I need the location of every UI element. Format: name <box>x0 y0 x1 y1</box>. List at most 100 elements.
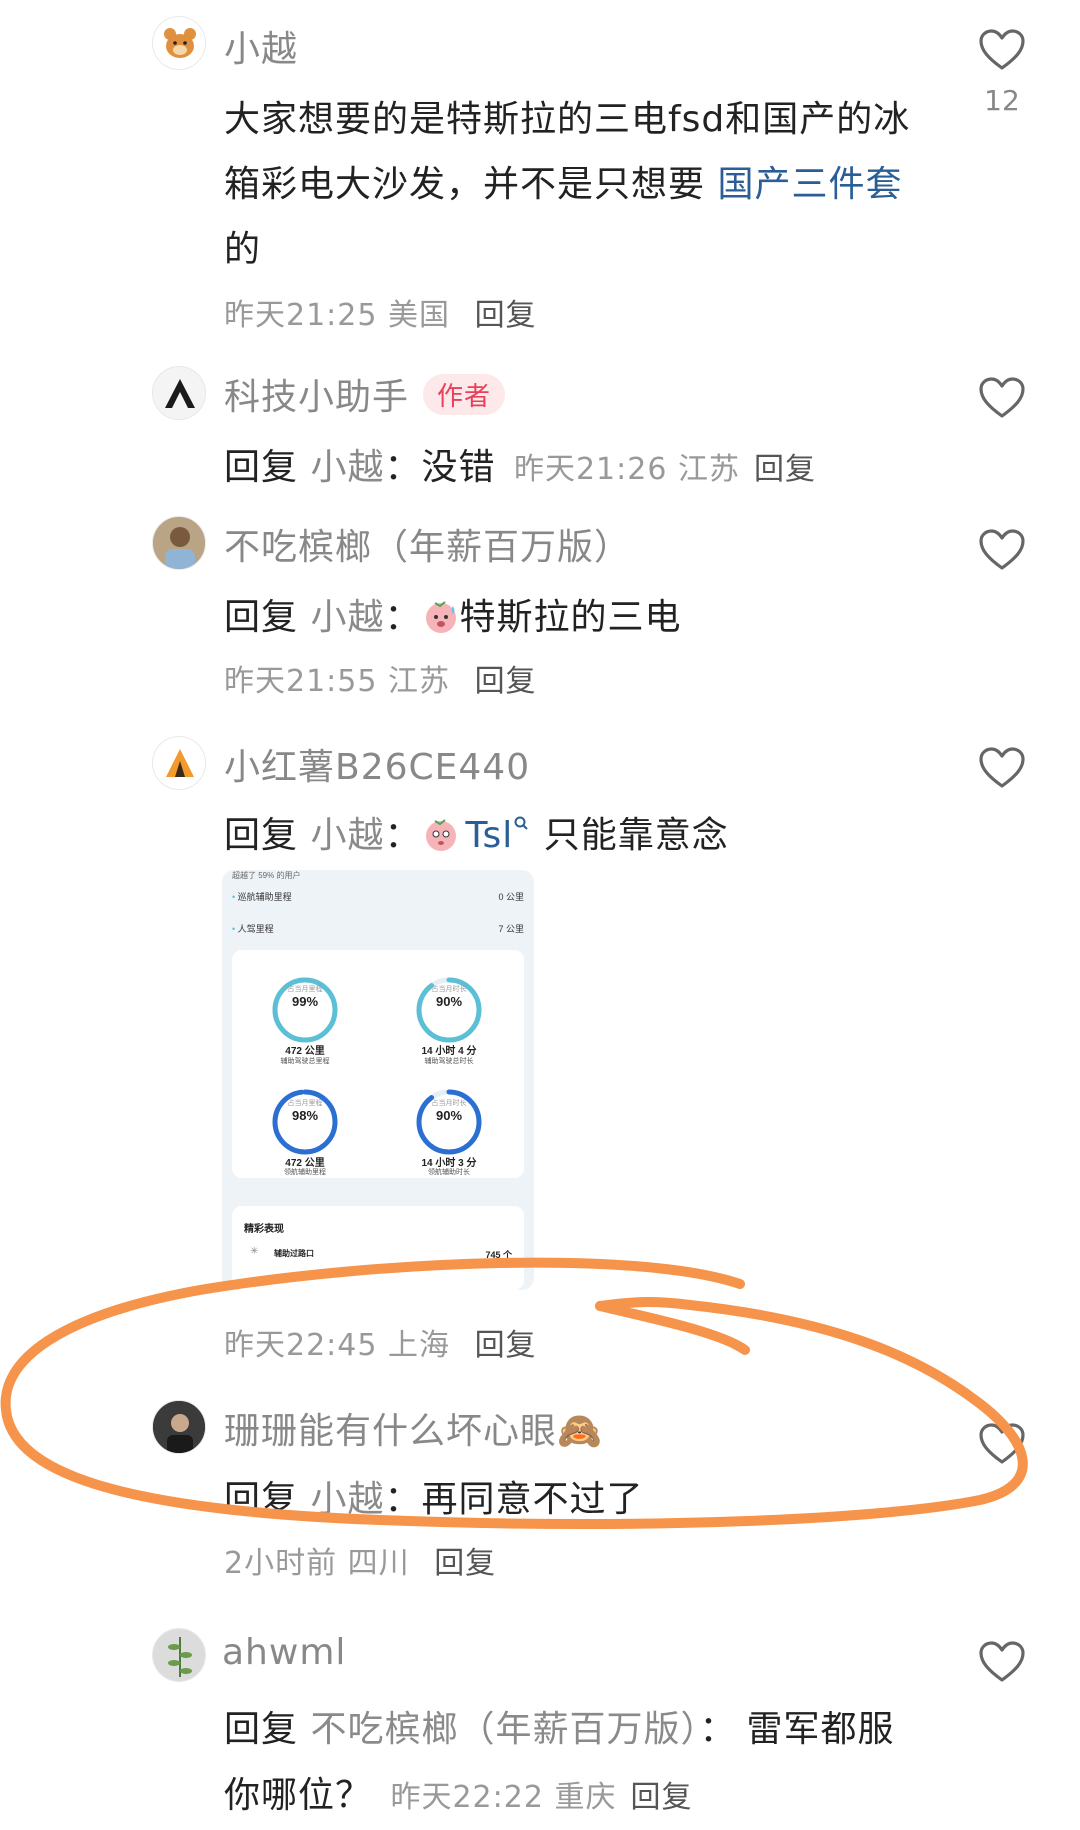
comment-author[interactable]: 小红薯B26CE440 <box>224 738 530 790</box>
avatar[interactable] <box>152 516 206 570</box>
comment-time: 昨天21:55 <box>224 664 378 699</box>
rings-card: 占当月里程 99% 占当月时长 90% 占当月里程 98% 占当月时长 90% 472 … <box>232 950 524 1178</box>
comment-location: 江苏 <box>388 664 451 699</box>
ring-value: 90% <box>435 1108 463 1123</box>
comment-author[interactable]: 科技小助手 作者 <box>224 368 506 420</box>
heart-icon[interactable] <box>978 376 1026 420</box>
reply-button[interactable]: 回复 <box>434 1546 496 1581</box>
ring-label: 占当月时长 90% <box>404 984 494 1009</box>
crying-emoji-icon <box>425 819 456 851</box>
reply-target[interactable]: 小越 <box>310 1479 384 1520</box>
logo-avatar-icon <box>153 367 205 419</box>
avatar[interactable] <box>152 366 206 420</box>
tent-avatar-icon <box>153 737 205 789</box>
photo-avatar-icon <box>153 517 205 569</box>
ring-top: 占当月时长 <box>431 986 467 993</box>
reply-button[interactable]: 回复 <box>630 1780 692 1815</box>
annotation-stroke <box>595 1301 750 1355</box>
reply-target[interactable]: 小越 <box>310 447 384 488</box>
author-name[interactable]: 科技小助手 <box>224 377 409 418</box>
colon: ： <box>699 1709 737 1750</box>
row-value: 7 公里 <box>498 924 524 934</box>
comment-location: 四川 <box>347 1546 410 1581</box>
comment-meta: 昨天21:55 江苏 回复 <box>224 656 537 700</box>
comment-text-line: 的 <box>224 229 262 270</box>
ring-top: 占当月里程 <box>287 986 323 993</box>
comment-image[interactable]: 超越了 59% 的用户 • 巡航辅助里程 0 公里 • 人驾里程 7 公里 占当月里… <box>222 870 534 1290</box>
heart-icon[interactable] <box>978 1640 1026 1684</box>
colon: ： <box>384 1479 422 1520</box>
ring-label: 占当月里程 99% <box>260 984 350 1009</box>
comment-text-line: 回复 小越：再同意不过了 <box>224 1470 644 1522</box>
section-row-label: 辅助过路口 <box>274 1249 314 1258</box>
comment-text-line: 你哪位？ 昨天22:22 重庆 回复 <box>224 1766 692 1818</box>
row-label: 人驾里程 <box>237 924 274 934</box>
avatar[interactable] <box>152 1400 206 1454</box>
reply-button[interactable]: 回复 <box>475 1328 537 1363</box>
ring-sub2: 领航辅助时长 <box>428 1169 470 1176</box>
ring-top: 占当月里程 <box>287 1100 323 1107</box>
ring-sub1: 472 公里 <box>285 1046 325 1057</box>
comment-text-line: 大家想要的是特斯拉的三电fsd和国产的冰 <box>224 99 911 140</box>
heart-icon[interactable] <box>978 28 1026 72</box>
ring-sub2: 辅助驾驶总里程 <box>280 1058 330 1065</box>
reply-label: 回复 <box>224 1479 299 1520</box>
comment-time: 昨天22:22 <box>390 1780 544 1815</box>
comment-location: 上海 <box>388 1328 451 1363</box>
colon: ： <box>384 597 422 638</box>
comment-text: 再同意不过了 <box>421 1479 644 1520</box>
reply-label: 回复 <box>224 447 299 488</box>
comment-text-line: 回复 小越：没错 昨天21:26 江苏 回复 <box>224 438 816 490</box>
comment-author[interactable]: 小越 <box>224 20 298 72</box>
photo-avatar-icon <box>153 1401 205 1453</box>
comment-time: 昨天21:26 <box>513 452 668 487</box>
author-badge: 作者 <box>423 374 506 415</box>
comment-meta: 昨天22:45 上海 回复 <box>224 1320 537 1364</box>
comment-author[interactable]: ahwml <box>222 1632 346 1673</box>
colon: ： <box>384 447 422 488</box>
reply-target[interactable]: 不吃槟榔（年薪百万版） <box>310 1709 699 1750</box>
comment-location: 美国 <box>388 298 451 333</box>
reply-target[interactable]: 小越 <box>310 815 384 856</box>
row-label: 巡航辅助里程 <box>237 892 292 902</box>
comment-text-line: 回复 小越： Tsl 只能靠意念 <box>224 806 729 858</box>
comment-text: 你哪位？ <box>224 1775 373 1816</box>
row-value: 0 公里 <box>498 892 524 902</box>
image-top-text: 超越了 59% 的用户 <box>232 871 301 880</box>
section-title: 精彩表现 <box>244 1224 284 1235</box>
search-icon[interactable] <box>513 815 531 833</box>
comment-text-line: 回复 不吃槟榔（年薪百万版）： 雷军都服 <box>224 1700 895 1752</box>
reply-label: 回复 <box>224 815 299 856</box>
reply-button[interactable]: 回复 <box>475 664 537 699</box>
avatar[interactable] <box>152 16 206 70</box>
comment-author[interactable]: 珊珊能有什么坏心眼🙈 <box>224 1402 603 1454</box>
image-row: • 巡航辅助里程 0 公里 <box>232 892 524 902</box>
reply-button[interactable]: 回复 <box>475 298 537 333</box>
comment-text: 没错 <box>421 447 496 488</box>
like-count: 12 <box>984 84 1020 117</box>
section-row-value: 745 个 <box>485 1250 512 1260</box>
comment-location: 重庆 <box>554 1780 617 1815</box>
reply-label: 回复 <box>224 1709 299 1750</box>
heart-icon[interactable] <box>978 746 1026 790</box>
heart-icon[interactable] <box>978 1422 1026 1466</box>
ring-top: 占当月时长 <box>431 1100 467 1107</box>
crossroad-icon: ✳ <box>250 1246 259 1257</box>
avatar[interactable] <box>152 1628 206 1682</box>
comment-text: 特斯拉的三电 <box>459 597 682 638</box>
search-link[interactable]: Tsl <box>466 815 514 856</box>
ring-sub1: 14 小时 4 分 <box>421 1046 477 1057</box>
comment-author[interactable]: 不吃槟榔（年薪百万版） <box>224 518 631 570</box>
topic-link[interactable]: 国产三件套 <box>717 164 902 205</box>
colon: ： <box>384 815 422 856</box>
comment-text: 只能靠意念 <box>531 815 729 856</box>
reply-label: 回复 <box>224 597 299 638</box>
reply-target[interactable]: 小越 <box>310 597 384 638</box>
heart-icon[interactable] <box>978 528 1026 572</box>
reply-button[interactable]: 回复 <box>754 452 816 487</box>
comment-location: 江苏 <box>677 452 740 487</box>
avatar[interactable] <box>152 736 206 790</box>
comment-text: 雷军都服 <box>746 1709 895 1750</box>
ring-value: 90% <box>435 994 463 1009</box>
ring-sub2: 辅助驾驶总时长 <box>424 1058 474 1065</box>
